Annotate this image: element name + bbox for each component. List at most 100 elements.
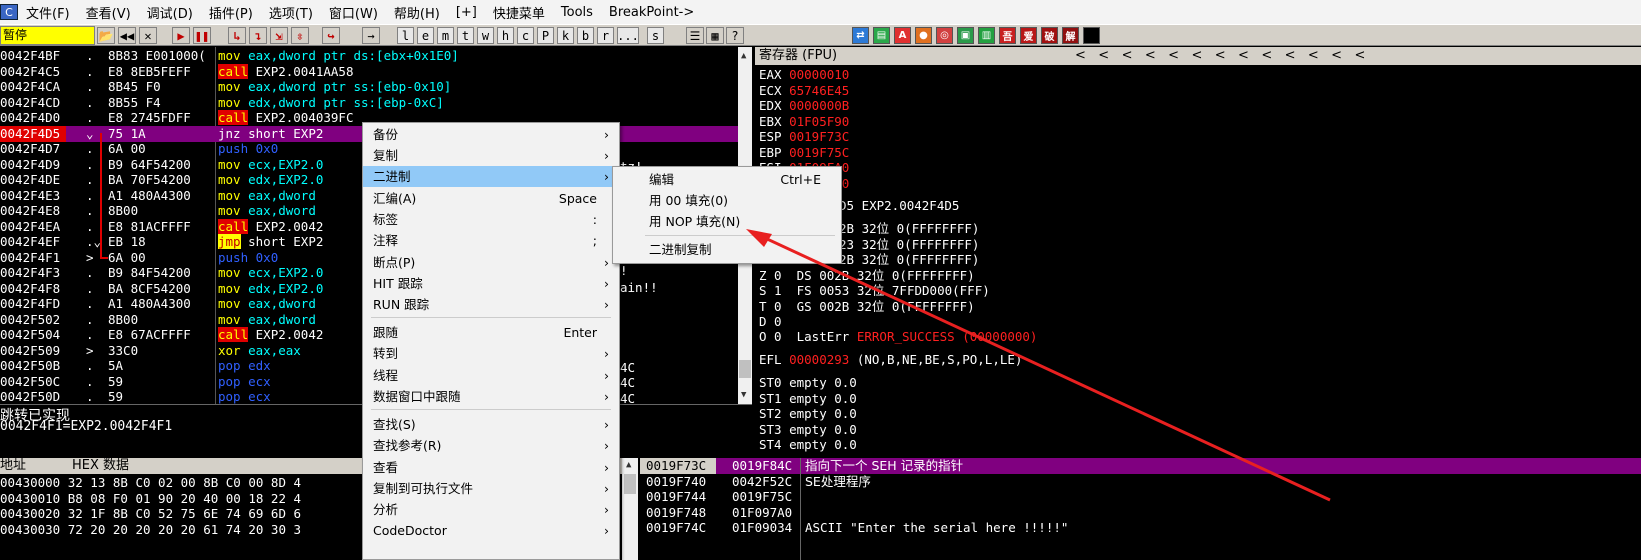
scroll-up-icon[interactable]: ▲	[626, 460, 631, 470]
submenu-item[interactable]: 用 NOP 填充(N)	[613, 211, 841, 232]
stack-row[interactable]: 0019F73C 0019F84C 指向下一个 SEH 记录的指针	[640, 458, 1641, 474]
toolbar-window-button[interactable]: w	[477, 27, 494, 44]
stack-pane[interactable]: 0019F73C 0019F84C 指向下一个 SEH 记录的指针 0019F740 0…	[640, 458, 1641, 560]
menu-item[interactable]: 选项(T)	[261, 3, 321, 22]
toolbar-window-button[interactable]: m	[437, 27, 454, 44]
menu-item[interactable]: 窗口(W)	[321, 3, 386, 22]
trace-into-icon[interactable]: ⇲	[270, 27, 288, 44]
disasm-row[interactable]: 0042F4CD. 8B55 F4 mov edx,dword ptr ss:[eb…	[0, 95, 738, 111]
toolbar-window-button[interactable]: l	[397, 27, 414, 44]
submenu-item[interactable]: 编辑 Ctrl+E	[613, 169, 841, 190]
toolbar-plugin-icon[interactable]: 解	[1062, 27, 1079, 44]
toolbar-window-button[interactable]: h	[497, 27, 514, 44]
registers-pane[interactable]: 寄存器 (FPU) < < < < < < < < < < < < < EAX …	[755, 47, 1641, 457]
menu-item[interactable]: BreakPoint->	[601, 5, 702, 20]
toolbar-window-button[interactable]: r	[597, 27, 614, 44]
trace-over-icon[interactable]: ⇳	[291, 27, 309, 44]
context-menu-item[interactable]: CodeDoctor ›	[363, 520, 619, 541]
menu-item[interactable]: 查看(V)	[78, 3, 139, 22]
step-over-icon[interactable]: ↴	[249, 27, 267, 44]
toolbar-plugin-icon[interactable]: ◎	[936, 27, 953, 44]
disasm-row[interactable]: 0042F4BF. 8B83 E001000(mov eax,dword ptr …	[0, 48, 738, 64]
binary-submenu[interactable]: 编辑 Ctrl+E 用 00 填充(0) 用 NOP 填充(N) 二进制复制	[612, 166, 842, 264]
context-menu-item[interactable]: 分析 ›	[363, 499, 619, 520]
context-menu-item[interactable]: 汇编(A) Space	[363, 188, 619, 209]
register-row[interactable]: EBX 01F05F90	[759, 114, 849, 130]
hex-row[interactable]: 00430010 B8 08 F0 01 90 20 40 00 18 22 4	[0, 491, 301, 507]
toolbar-plugin-icon[interactable]: 吾	[999, 27, 1016, 44]
context-menu-item[interactable]: 复制 ›	[363, 145, 619, 166]
toolbar-window-button[interactable]: k	[557, 27, 574, 44]
rewind-icon[interactable]: ◀◀	[118, 27, 136, 44]
toolbar-plugin-icon[interactable]: 爱	[1020, 27, 1037, 44]
menu-item[interactable]: 文件(F)	[18, 3, 78, 22]
toolbar-window-button[interactable]: b	[577, 27, 594, 44]
context-menu-item[interactable]: 线程 ›	[363, 365, 619, 386]
stack-row[interactable]: 0019F744 0019F75C	[640, 489, 1641, 505]
scroll-thumb[interactable]	[739, 360, 751, 378]
context-menu-item[interactable]: HIT 跟踪 ›	[363, 273, 619, 294]
disasm-row[interactable]: 0042F4C5. E8 8EB5FEFF call EXP2.0041AA58	[0, 63, 738, 80]
help-icon[interactable]: ?	[726, 27, 744, 44]
toolbar-plugin-icon[interactable]: ▥	[978, 27, 995, 44]
toolbar-plugin-icon[interactable]: ●	[915, 27, 932, 44]
menu-item[interactable]: 快捷菜单	[485, 3, 553, 22]
menu-item[interactable]: [+]	[448, 5, 485, 20]
toolbar-plugin-icon[interactable]: A	[894, 27, 911, 44]
toolbar-plugin-icon[interactable]: ⇄	[852, 27, 869, 44]
app-icon[interactable]: C	[0, 4, 18, 20]
toolbar-window-button[interactable]: P	[537, 27, 554, 44]
list-icon[interactable]: ☰	[686, 27, 704, 44]
context-menu-item[interactable]: 标签:	[363, 209, 619, 230]
toolbar-window-button[interactable]: ...	[617, 27, 639, 44]
scroll-down-icon[interactable]: ▼	[741, 390, 746, 400]
menu-item[interactable]: 帮助(H)	[386, 3, 448, 22]
step-into-icon[interactable]: ↳	[228, 27, 246, 44]
toolbar-plugin-icon[interactable]: 破	[1041, 27, 1058, 44]
disasm-row[interactable]: 0042F4CA. 8B45 F0 mov eax,dword ptr ss:[eb…	[0, 79, 738, 95]
execute-till-return-icon[interactable]: ↪	[322, 27, 340, 44]
register-row[interactable]: EDX 0000000B	[759, 98, 849, 114]
context-menu-item[interactable]: 备份 ›	[363, 124, 619, 145]
context-menu-item[interactable]: 注释;	[363, 230, 619, 251]
context-menu-item[interactable]: 断点(P) ›	[363, 252, 619, 273]
context-menu-item[interactable]: RUN 跟踪 ›	[363, 294, 619, 315]
hex-row[interactable]: 00430000 32 13 8B C0 02 00 8B C0 00 8D 4	[0, 475, 301, 491]
scroll-thumb[interactable]	[624, 474, 636, 494]
context-menu-item[interactable]: 查看 ›	[363, 457, 619, 478]
register-row[interactable]: EBP 0019F75C	[759, 145, 849, 161]
context-menu-item[interactable]: 转到 ›	[363, 343, 619, 364]
context-menu-item[interactable]: 查找参考(R) ›	[363, 435, 619, 456]
goto-icon[interactable]: →	[362, 27, 380, 44]
register-row[interactable]: ECX 65746E45	[759, 83, 849, 99]
hex-row[interactable]: 00430020 32 1F 8B C0 52 75 6E 74 69 6D 6	[0, 506, 301, 522]
submenu-item[interactable]: 用 00 填充(0)	[613, 190, 841, 211]
toolbar-window-button[interactable]: s	[647, 27, 664, 44]
registers-header[interactable]: 寄存器 (FPU) < < < < < < < < < < < < <	[755, 47, 1641, 65]
register-row[interactable]: EAX 00000010	[759, 67, 849, 83]
context-menu-item[interactable]: 二进制 ›	[363, 166, 619, 187]
scroll-up-icon[interactable]: ▲	[741, 51, 746, 61]
pause-icon[interactable]: ❚❚	[193, 27, 211, 44]
register-row[interactable]: ESP 0019F73C	[759, 129, 849, 145]
context-menu-item[interactable]: 跟随 Enter	[363, 322, 619, 343]
context-menu-item[interactable]: 查找(S) ›	[363, 414, 619, 435]
hex-scrollbar[interactable]: ▲	[622, 458, 638, 560]
context-menu-item[interactable]: 数据窗口中跟随 ›	[363, 386, 619, 407]
stack-row[interactable]: 0019F740 0042F52C SE处理程序	[640, 474, 1641, 490]
toolbar-plugin-icon[interactable]: ▤	[873, 27, 890, 44]
hex-row[interactable]: 00430030 72 20 20 20 20 20 61 74 20 30 3	[0, 522, 301, 538]
submenu-item[interactable]: 二进制复制	[613, 239, 841, 260]
stack-row[interactable]: 0019F748 01F097A0	[640, 505, 1641, 521]
context-menu[interactable]: 备份 › 复制 › 二进制 › 汇编(A) Space 标签: 注释; 断点(P) › HIT 跟踪 › R…	[362, 122, 620, 560]
toolbar-window-button[interactable]: e	[417, 27, 434, 44]
menu-item[interactable]: 调试(D)	[139, 3, 201, 22]
toolbar-plugin-icon[interactable]: ▣	[957, 27, 974, 44]
stack-row[interactable]: 0019F74C 01F09034 ASCII "Enter the serial …	[640, 520, 1641, 536]
register-row-eip[interactable]: D5 EXP2.0042F4D5	[839, 198, 959, 214]
toolbar-window-button[interactable]: t	[457, 27, 474, 44]
run-icon[interactable]: ▶	[172, 27, 190, 44]
menu-item[interactable]: 插件(P)	[201, 3, 261, 22]
registers-nav-arrows[interactable]: < < < < < < < < < < < < <	[1075, 47, 1365, 65]
grid-icon[interactable]: ▦	[706, 27, 724, 44]
